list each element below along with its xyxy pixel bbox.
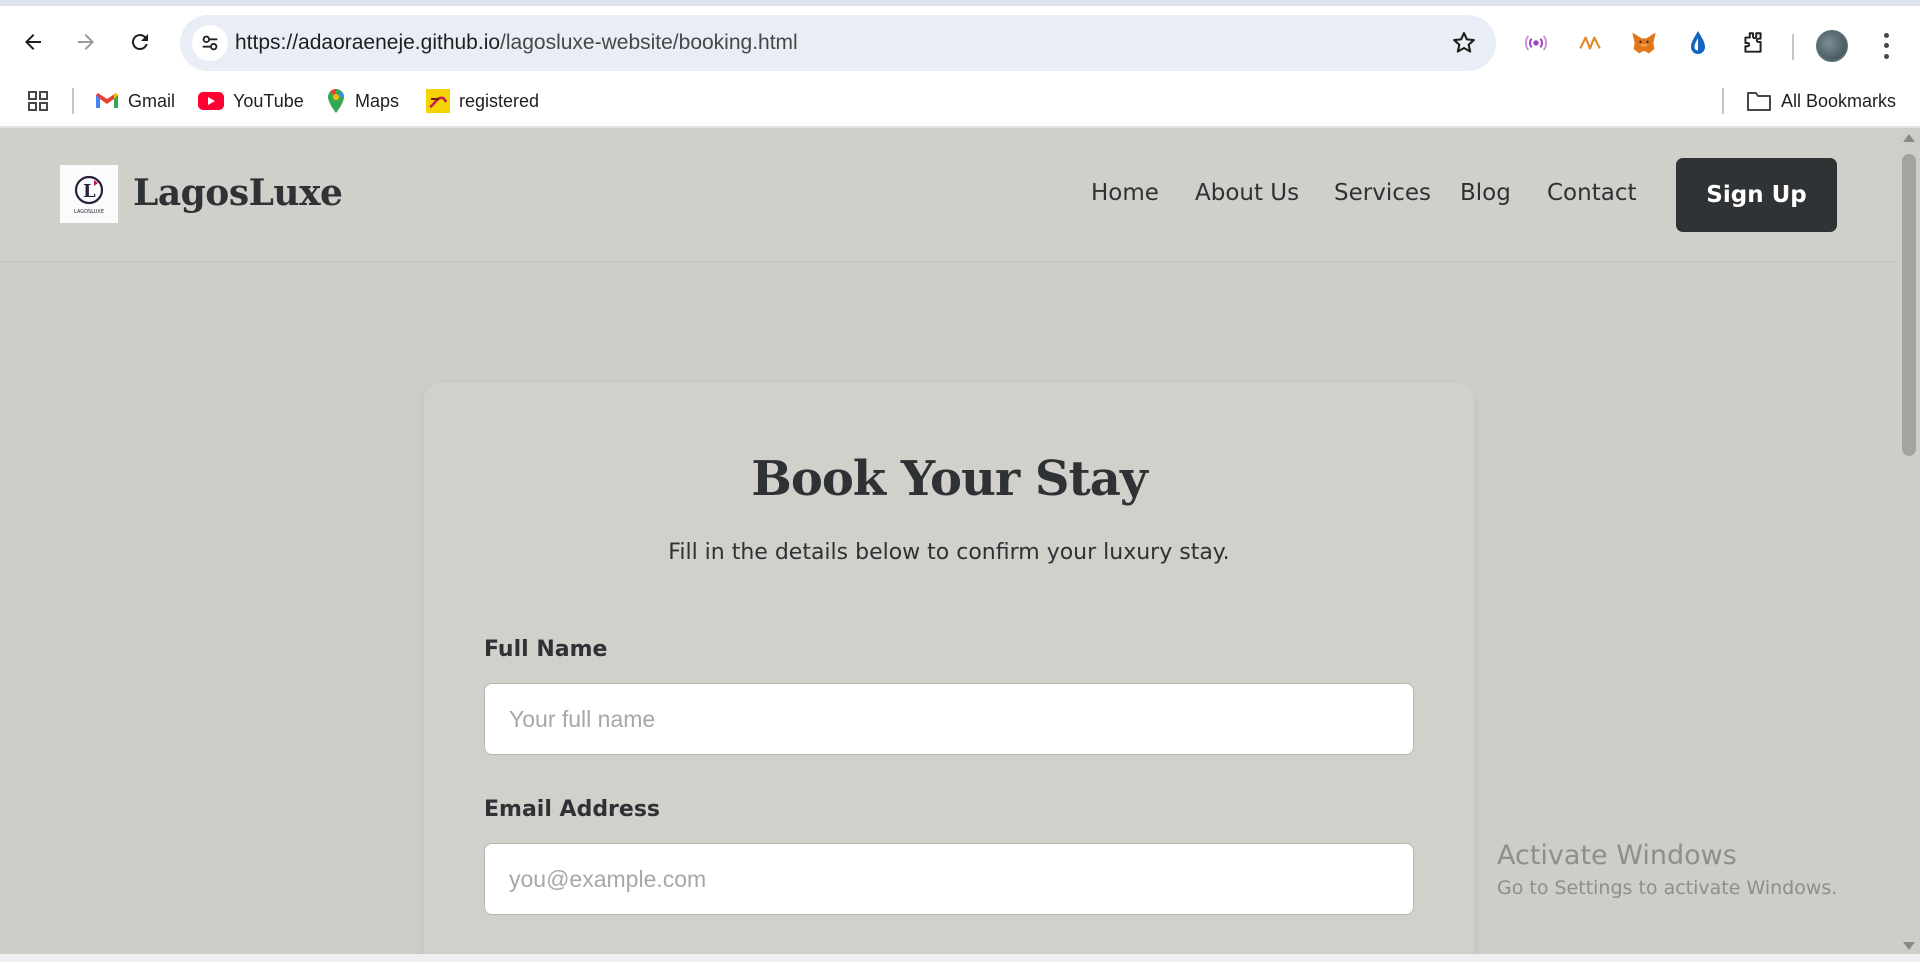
email-label: Email Address bbox=[484, 797, 661, 822]
bookmarks-bar: Gmail YouTube Maps registered All Bookma… bbox=[0, 76, 1920, 126]
email-input[interactable] bbox=[484, 843, 1414, 915]
broadcast-extension-icon[interactable] bbox=[1521, 28, 1551, 58]
bookmark-label: Gmail bbox=[128, 90, 176, 111]
bookmark-youtube[interactable]: YouTube bbox=[198, 83, 304, 119]
browser-toolbar: https://adaoraeneje.github.io/lagosluxe-… bbox=[0, 6, 1920, 76]
all-bookmarks-label: All Bookmarks bbox=[1781, 90, 1897, 111]
taskbar-edge bbox=[0, 954, 1920, 962]
forward-button[interactable] bbox=[66, 22, 106, 62]
profile-avatar[interactable] bbox=[1816, 30, 1848, 62]
wave-extension-icon[interactable] bbox=[1575, 28, 1605, 58]
bookmark-label: YouTube bbox=[233, 90, 304, 111]
folder-icon bbox=[1747, 92, 1771, 111]
bookmarks-separator bbox=[1722, 88, 1724, 114]
nav-home[interactable]: Home bbox=[1091, 180, 1159, 206]
bookmark-maps[interactable]: Maps bbox=[326, 83, 399, 119]
web-page: L LAGOSLUXE LagosLuxe Home About Us Serv… bbox=[0, 128, 1898, 954]
watermark-line-2: Go to Settings to activate Windows. bbox=[1497, 877, 1838, 899]
browser-menu-icon[interactable] bbox=[1874, 30, 1898, 62]
apps-grid-icon[interactable] bbox=[26, 83, 50, 119]
watermark-line-1: Activate Windows bbox=[1497, 840, 1737, 871]
nav-contact[interactable]: Contact bbox=[1547, 180, 1636, 206]
site-brand[interactable]: LagosLuxe bbox=[133, 172, 343, 214]
booking-title: Book Your Stay bbox=[751, 451, 1147, 507]
bookmark-label: Maps bbox=[355, 90, 400, 111]
page-scrollbar[interactable] bbox=[1898, 128, 1920, 954]
arrow-right-icon bbox=[78, 34, 94, 50]
url-text[interactable]: https://adaoraeneje.github.io/lagosluxe-… bbox=[235, 31, 798, 55]
reload-button[interactable] bbox=[120, 22, 160, 62]
full-name-input[interactable] bbox=[484, 683, 1414, 755]
nav-blog[interactable]: Blog bbox=[1460, 180, 1511, 206]
full-name-label: Full Name bbox=[484, 637, 608, 662]
bookmark-gmail[interactable]: Gmail bbox=[95, 83, 175, 119]
url-host: https://adaoraeneje.github.io bbox=[235, 31, 501, 54]
toolbar-separator bbox=[1792, 34, 1794, 60]
all-bookmarks-button[interactable]: All Bookmarks bbox=[1746, 83, 1896, 119]
logo-wordmark: LAGOSLUXE bbox=[74, 209, 104, 215]
sign-up-button[interactable]: Sign Up bbox=[1676, 158, 1837, 232]
scroll-down-arrow-icon[interactable] bbox=[1903, 942, 1915, 950]
gmail-icon bbox=[96, 93, 118, 108]
lagosluxe-logo-icon: L LAGOSLUXE bbox=[74, 175, 104, 215]
nav-about-us[interactable]: About Us bbox=[1195, 180, 1299, 206]
site-header: L LAGOSLUXE LagosLuxe Home About Us Serv… bbox=[0, 128, 1898, 262]
booking-form-card: Book Your Stay Fill in the details below… bbox=[424, 383, 1474, 954]
arrow-left-icon bbox=[25, 34, 41, 50]
reload-icon bbox=[131, 34, 148, 51]
booking-subtitle: Fill in the details below to confirm you… bbox=[668, 540, 1230, 565]
bookmarks-separator bbox=[72, 88, 74, 114]
scrollbar-thumb[interactable] bbox=[1902, 154, 1916, 456]
bookmark-registered[interactable]: registered bbox=[426, 83, 539, 119]
youtube-icon bbox=[198, 92, 224, 110]
tune-icon bbox=[202, 35, 218, 51]
nav-services[interactable]: Services bbox=[1334, 180, 1431, 206]
extensions-puzzle-icon[interactable] bbox=[1738, 28, 1768, 58]
address-bar[interactable]: https://adaoraeneje.github.io/lagosluxe-… bbox=[180, 15, 1496, 71]
bookmark-star-icon[interactable] bbox=[1450, 29, 1478, 57]
activate-windows-watermark: Activate Windows Go to Settings to activ… bbox=[1497, 840, 1837, 899]
registered-favicon-icon bbox=[426, 89, 450, 113]
drop-extension-icon[interactable] bbox=[1683, 28, 1713, 58]
maps-pin-icon bbox=[328, 89, 344, 113]
url-path: /lagosluxe-website/booking.html bbox=[500, 31, 798, 54]
browser-chrome: https://adaoraeneje.github.io/lagosluxe-… bbox=[0, 0, 1920, 128]
metamask-fox-icon[interactable] bbox=[1629, 28, 1659, 58]
site-logo[interactable]: L LAGOSLUXE bbox=[60, 165, 118, 223]
scroll-up-arrow-icon[interactable] bbox=[1903, 134, 1915, 142]
bookmark-label: registered bbox=[459, 90, 540, 111]
back-button[interactable] bbox=[13, 22, 53, 62]
site-info-button[interactable] bbox=[192, 25, 228, 61]
